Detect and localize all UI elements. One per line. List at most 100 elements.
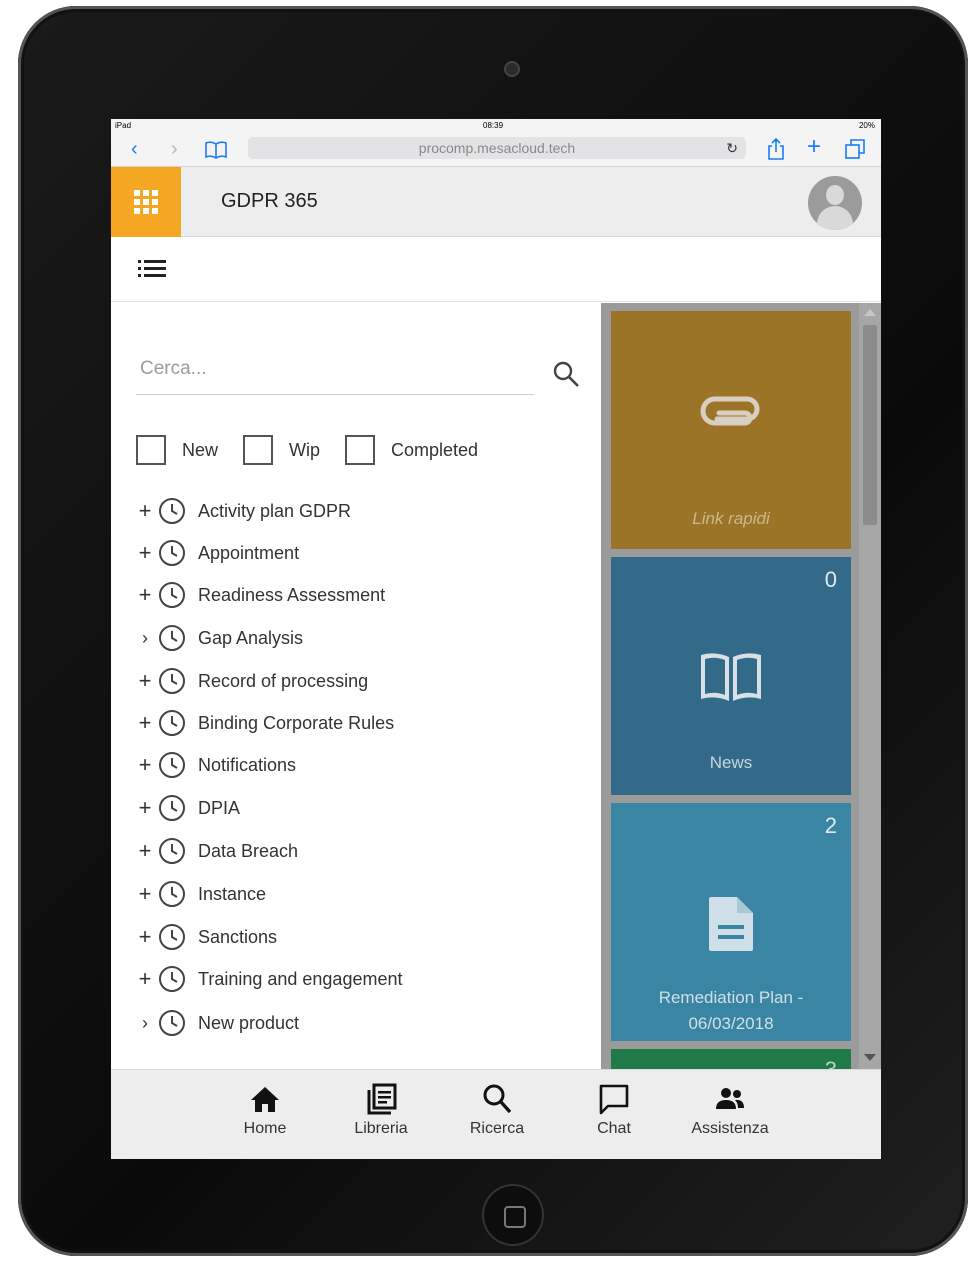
content-toolbar bbox=[111, 237, 881, 302]
nav-assistenza[interactable]: Assistenza bbox=[680, 1082, 780, 1138]
tree-item[interactable]: + Record of processing bbox=[136, 666, 586, 696]
tile-count: 0 bbox=[824, 567, 837, 592]
tile-label: Link rapidi bbox=[692, 509, 770, 528]
chevron-right-icon[interactable]: › bbox=[136, 627, 154, 649]
filter-new-label: New bbox=[182, 439, 219, 460]
nav-chat[interactable]: Chat bbox=[564, 1082, 664, 1138]
tree-item[interactable]: › Gap Analysis bbox=[136, 623, 586, 653]
user-avatar[interactable] bbox=[808, 176, 862, 230]
tree-item-label: DPIA bbox=[198, 797, 241, 818]
chevron-right-icon[interactable]: › bbox=[136, 1012, 154, 1034]
url-text: procomp.mesacloud.tech bbox=[418, 140, 576, 156]
search-icon[interactable] bbox=[551, 359, 581, 389]
filter-wip-label: Wip bbox=[289, 439, 320, 460]
filter-new-checkbox[interactable] bbox=[136, 435, 166, 465]
filter-new[interactable]: New bbox=[136, 435, 218, 465]
clock-icon bbox=[159, 625, 185, 651]
hardware-home-button[interactable] bbox=[484, 1186, 542, 1244]
tree-item[interactable]: + Sanctions bbox=[136, 922, 586, 952]
nav-libreria-label: Libreria bbox=[354, 1120, 408, 1137]
tile-label-line2: 06/03/2018 bbox=[688, 1014, 774, 1033]
list-view-icon[interactable] bbox=[138, 259, 168, 279]
clock-icon bbox=[159, 540, 185, 566]
reload-icon[interactable]: ↻ bbox=[726, 137, 738, 159]
nav-home[interactable]: Home bbox=[215, 1082, 315, 1138]
chat-icon bbox=[599, 1084, 629, 1115]
search-icon bbox=[483, 1084, 512, 1114]
expand-icon[interactable]: + bbox=[136, 926, 154, 948]
share-icon[interactable] bbox=[767, 138, 785, 160]
expand-icon[interactable]: + bbox=[136, 670, 154, 692]
tile-link-rapidi[interactable]: Link rapidi bbox=[611, 311, 851, 549]
filter-completed-checkbox[interactable] bbox=[345, 435, 375, 465]
tile-remediation-plan[interactable]: 2 Remediation Plan - 06/03/2018 bbox=[611, 803, 851, 1041]
tree-item[interactable]: + Training and engagement bbox=[136, 964, 586, 994]
tree-item-label: Record of processing bbox=[198, 670, 369, 691]
scroll-thumb[interactable] bbox=[863, 325, 877, 525]
expand-icon[interactable]: + bbox=[136, 797, 154, 819]
nav-chat-label: Chat bbox=[597, 1120, 631, 1137]
filter-completed[interactable]: Completed bbox=[345, 435, 478, 465]
tree-item[interactable]: + Activity plan GDPR bbox=[136, 496, 586, 526]
expand-icon[interactable]: + bbox=[136, 500, 154, 522]
library-icon bbox=[367, 1083, 397, 1115]
forward-icon[interactable]: › bbox=[171, 138, 178, 160]
expand-icon[interactable]: + bbox=[136, 840, 154, 862]
tree-item-label: Data Breach bbox=[198, 840, 299, 861]
tree-item-label: Activity plan GDPR bbox=[198, 500, 352, 521]
clock-icon bbox=[159, 668, 185, 694]
tile-news[interactable]: 0 News bbox=[611, 557, 851, 795]
apps-menu-button[interactable] bbox=[111, 167, 181, 237]
dashboard-tiles: Link rapidi 0 News 2 Remediation Plan - … bbox=[601, 303, 881, 1069]
browser-toolbar: ‹ › procomp.mesacloud.tech ↻ + bbox=[111, 133, 881, 167]
tree-item[interactable]: + Appointment bbox=[136, 538, 586, 568]
tree-item[interactable]: + Binding Corporate Rules bbox=[136, 708, 586, 738]
nav-libreria[interactable]: Libreria bbox=[331, 1082, 431, 1138]
expand-icon[interactable]: + bbox=[136, 754, 154, 776]
battery-level: 20% bbox=[858, 121, 875, 130]
expand-icon[interactable]: + bbox=[136, 542, 154, 564]
people-icon bbox=[716, 1088, 744, 1109]
tree-item[interactable]: + Data Breach bbox=[136, 836, 586, 866]
tree-item[interactable]: › New product bbox=[136, 1008, 586, 1038]
nav-ricerca-label: Ricerca bbox=[469, 1120, 525, 1137]
tree-item[interactable]: + DPIA bbox=[136, 793, 586, 823]
device-name: iPad bbox=[115, 121, 132, 130]
expand-icon[interactable]: + bbox=[136, 712, 154, 734]
nav-ricerca[interactable]: Ricerca bbox=[447, 1082, 547, 1138]
clock-icon bbox=[159, 838, 185, 864]
tile-count: 2 bbox=[824, 813, 837, 838]
scroll-down-arrow[interactable] bbox=[864, 1054, 876, 1061]
apps-grid-icon bbox=[134, 190, 158, 214]
tree-item[interactable]: + Instance bbox=[136, 879, 586, 909]
tree-item-label: Binding Corporate Rules bbox=[198, 712, 395, 733]
back-icon[interactable]: ‹ bbox=[131, 138, 138, 160]
clock-icon bbox=[159, 881, 185, 907]
book-icon bbox=[701, 653, 761, 701]
filter-completed-label: Completed bbox=[391, 439, 479, 460]
clock-icon bbox=[159, 795, 185, 821]
tree-item-label: Appointment bbox=[198, 542, 300, 563]
address-bar[interactable]: procomp.mesacloud.tech ↻ bbox=[248, 137, 746, 159]
scroll-up-arrow[interactable] bbox=[864, 309, 876, 316]
expand-icon[interactable]: + bbox=[136, 883, 154, 905]
clock-icon bbox=[159, 498, 185, 524]
filter-wip-checkbox[interactable] bbox=[243, 435, 273, 465]
tiles-scrollbar[interactable] bbox=[859, 303, 881, 1069]
tree-item[interactable]: + Notifications bbox=[136, 750, 586, 780]
new-tab-icon[interactable]: + bbox=[807, 135, 821, 159]
expand-icon[interactable]: + bbox=[136, 968, 154, 990]
clock-icon bbox=[159, 710, 185, 736]
status-time: 08:39 bbox=[483, 121, 504, 130]
search-input[interactable] bbox=[136, 343, 534, 395]
tree-item[interactable]: + Readiness Assessment bbox=[136, 580, 586, 610]
tile-count: 3 bbox=[825, 1057, 837, 1069]
filter-wip[interactable]: Wip bbox=[243, 435, 320, 465]
expand-icon[interactable]: + bbox=[136, 584, 154, 606]
tabs-icon[interactable] bbox=[845, 139, 865, 159]
bookmarks-icon[interactable] bbox=[205, 141, 227, 159]
tile-fourth[interactable]: 3 bbox=[611, 1049, 851, 1069]
camera bbox=[506, 63, 518, 75]
tree-panel: New Wip Completed + Activity plan GDPR +… bbox=[111, 303, 601, 1069]
app-title: GDPR 365 bbox=[221, 190, 318, 212]
